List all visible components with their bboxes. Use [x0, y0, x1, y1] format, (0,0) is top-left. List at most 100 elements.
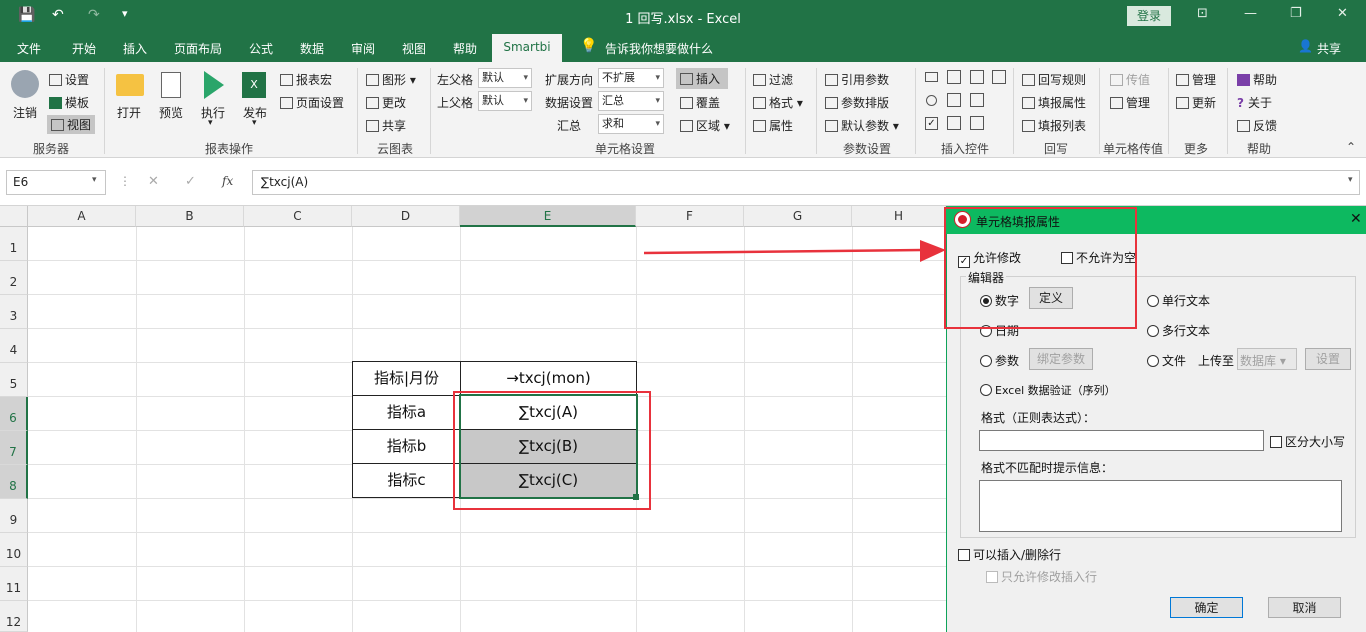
ribbon-options-icon[interactable]: ⊡: [1197, 6, 1208, 21]
ok-button[interactable]: 确定: [1170, 597, 1243, 618]
share-chart-button[interactable]: 共享: [366, 117, 406, 134]
tab-help[interactable]: 帮助: [453, 40, 477, 57]
cancel-button[interactable]: 取消: [1268, 597, 1341, 618]
mismatch-message-textarea[interactable]: [979, 480, 1342, 532]
fill-attribute-button[interactable]: 填报属性: [1022, 94, 1086, 111]
radio-excel-validation[interactable]: Excel 数据验证（序列）: [980, 382, 1116, 398]
reference-param-button[interactable]: 引用参数: [825, 71, 889, 88]
image-control-icon[interactable]: [970, 116, 984, 130]
cell-d6[interactable]: 指标a: [352, 395, 461, 430]
grid-control-icon[interactable]: [970, 70, 984, 84]
restore-icon[interactable]: ❐: [1290, 6, 1302, 21]
cover-button[interactable]: 覆盖: [680, 94, 720, 111]
dialog-close-icon[interactable]: ✕: [1350, 211, 1362, 227]
tree-control-icon[interactable]: [947, 93, 961, 107]
redo-icon[interactable]: ↷: [88, 7, 100, 23]
format-regex-input[interactable]: [979, 430, 1264, 451]
open-button[interactable]: 打开: [117, 104, 141, 121]
upload-settings-button[interactable]: 设置: [1305, 348, 1351, 370]
tell-me-search[interactable]: 告诉我你想要做什么: [605, 40, 713, 57]
share-icon[interactable]: 👤: [1298, 39, 1313, 53]
cell-d5[interactable]: 指标|月份: [352, 361, 461, 396]
insert-button[interactable]: 插入: [676, 68, 728, 89]
template-button[interactable]: 模板: [49, 94, 89, 111]
default-param-button[interactable]: 默认参数 ▾: [825, 117, 899, 134]
column-header-selected[interactable]: E: [460, 206, 636, 227]
preview-button[interactable]: 预览: [159, 104, 183, 121]
help-button[interactable]: 帮助: [1237, 71, 1277, 88]
column-header[interactable]: A: [28, 206, 136, 227]
collapse-ribbon-icon[interactable]: ⌃: [1346, 140, 1356, 154]
param-layout-button[interactable]: 参数排版: [825, 94, 889, 111]
column-header[interactable]: D: [352, 206, 460, 227]
bind-param-button[interactable]: 绑定参数: [1029, 348, 1093, 370]
radio-single-text[interactable]: 单行文本: [1147, 292, 1210, 309]
summary-select[interactable]: 求和: [598, 114, 664, 134]
row-header[interactable]: 9: [0, 499, 28, 533]
row-header[interactable]: 10: [0, 533, 28, 567]
radio-param[interactable]: 参数: [980, 352, 1019, 369]
row-header[interactable]: 11: [0, 567, 28, 601]
row-header-selected[interactable]: 7: [0, 431, 28, 465]
tab-formulas[interactable]: 公式: [249, 40, 273, 57]
chevron-down-icon[interactable]: ▾: [252, 118, 257, 128]
row-header[interactable]: 1: [0, 227, 28, 261]
update-button[interactable]: 更新: [1176, 94, 1216, 111]
column-header[interactable]: C: [244, 206, 352, 227]
logout-button[interactable]: 注销: [13, 104, 37, 121]
close-icon[interactable]: ✕: [1337, 6, 1348, 21]
share-button[interactable]: 共享: [1317, 40, 1341, 57]
more-manage-button[interactable]: 管理: [1176, 71, 1216, 88]
tab-page-layout[interactable]: 页面布局: [174, 40, 222, 57]
row-header[interactable]: 5: [0, 363, 28, 397]
radio-file[interactable]: 文件: [1147, 352, 1186, 369]
tab-insert[interactable]: 插入: [123, 40, 147, 57]
tab-view[interactable]: 视图: [402, 40, 426, 57]
cancel-formula-icon[interactable]: ✕: [148, 174, 159, 189]
calendar-control-icon[interactable]: [992, 70, 1006, 84]
only-edit-insert-checkbox[interactable]: 只允许修改插入行: [986, 568, 1097, 585]
cell-d7[interactable]: 指标b: [352, 429, 461, 464]
combo-control-icon[interactable]: [970, 93, 984, 107]
row-header[interactable]: 12: [0, 601, 28, 632]
filter-button[interactable]: 过滤: [753, 71, 793, 88]
row-header-selected[interactable]: 6: [0, 397, 28, 431]
graph-button[interactable]: 图形 ▾: [366, 71, 416, 88]
column-header[interactable]: H: [852, 206, 946, 227]
transfer-manage-button[interactable]: 管理: [1110, 94, 1150, 111]
case-sensitive-checkbox[interactable]: 区分大小写: [1270, 433, 1345, 450]
row-header-selected[interactable]: 8: [0, 465, 28, 499]
checkbox-control-icon[interactable]: ✓: [925, 117, 938, 130]
tab-home[interactable]: 开始: [72, 40, 96, 57]
expand-formula-icon[interactable]: ▾: [1348, 175, 1353, 185]
tab-smartbi[interactable]: Smartbi: [492, 34, 562, 62]
feedback-button[interactable]: 反馈: [1237, 117, 1277, 134]
list-control-icon[interactable]: [947, 70, 961, 84]
writeback-rule-button[interactable]: 回写规则: [1022, 71, 1086, 88]
formula-input[interactable]: ∑txcj(A): [252, 170, 1360, 195]
transfer-value-button[interactable]: 传值: [1110, 71, 1150, 88]
left-parent-select[interactable]: 默认: [478, 68, 532, 88]
name-box[interactable]: E6: [6, 170, 106, 195]
report-macro-button[interactable]: 报表宏: [280, 71, 332, 88]
page-setup-button[interactable]: 页面设置: [280, 94, 344, 111]
area-button[interactable]: 区域 ▾: [680, 117, 730, 134]
execute-button[interactable]: 执行: [201, 104, 225, 121]
chevron-down-icon[interactable]: ▾: [92, 175, 97, 185]
radio-control-icon[interactable]: [926, 95, 937, 106]
fill-list-button[interactable]: 填报列表: [1022, 117, 1086, 134]
login-button[interactable]: 登录: [1127, 6, 1171, 26]
expand-direction-select[interactable]: 不扩展: [598, 68, 664, 88]
view-button[interactable]: 视图: [47, 115, 96, 134]
up-parent-select[interactable]: 默认: [478, 91, 532, 111]
row-header[interactable]: 4: [0, 329, 28, 363]
insert-delete-row-checkbox[interactable]: 可以插入/删除行: [958, 546, 1061, 563]
radio-multi-text[interactable]: 多行文本: [1147, 322, 1210, 339]
column-header[interactable]: F: [636, 206, 744, 227]
tab-data[interactable]: 数据: [300, 40, 324, 57]
minimize-icon[interactable]: —: [1244, 6, 1257, 21]
enter-formula-icon[interactable]: ✓: [185, 174, 196, 189]
tab-file[interactable]: 文件: [17, 40, 41, 57]
format-button[interactable]: 格式 ▾: [753, 94, 803, 111]
undo-icon[interactable]: ↶: [52, 7, 64, 23]
